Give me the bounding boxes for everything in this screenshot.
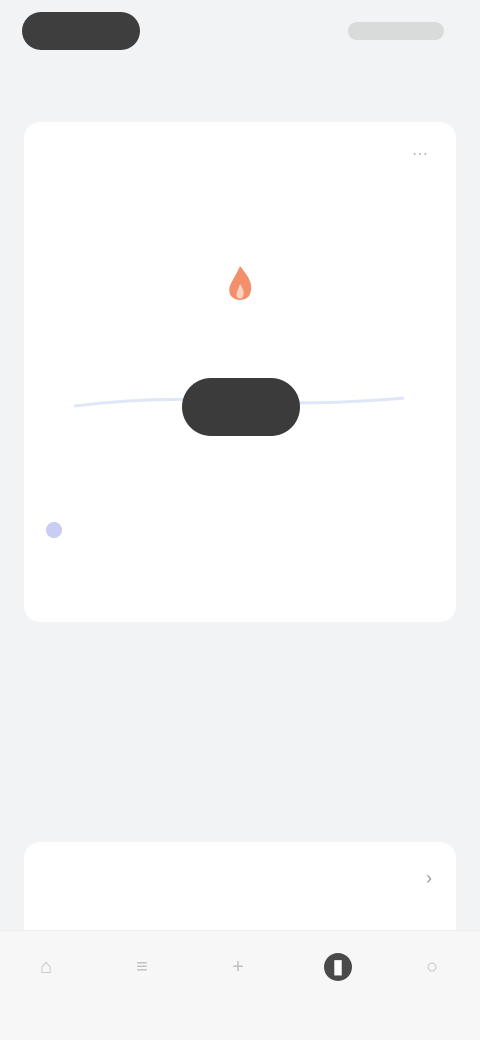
plus-icon: +: [232, 956, 244, 978]
secondary-card[interactable]: ›: [24, 842, 456, 942]
status-time: [22, 12, 140, 50]
legend: [46, 522, 436, 562]
overview-card: ⋯: [24, 122, 456, 622]
status-icons: [348, 22, 444, 40]
home-icon: ⌂: [39, 956, 53, 978]
more-icon[interactable]: ⋯: [412, 147, 436, 163]
tab-profile[interactable]: ○: [396, 945, 468, 1015]
chart-icon: ▮: [324, 953, 352, 981]
bottom-tab-bar: ⌂ ≡ + ▮ ○: [0, 930, 480, 1040]
tip-section: [24, 640, 456, 820]
list-icon: ≡: [136, 956, 148, 978]
top-bar: [0, 0, 480, 110]
legend-dot-icon: [46, 522, 62, 538]
flame-icon: [229, 266, 252, 300]
chevron-right-icon: ›: [426, 868, 432, 888]
tab-home[interactable]: ⌂: [10, 945, 82, 1015]
tab-add[interactable]: +: [202, 945, 274, 1015]
primary-action-button[interactable]: [182, 378, 300, 436]
tab-stats[interactable]: ▮: [302, 945, 374, 1015]
tab-list[interactable]: ≡: [106, 945, 178, 1015]
profile-icon: ○: [425, 956, 439, 978]
